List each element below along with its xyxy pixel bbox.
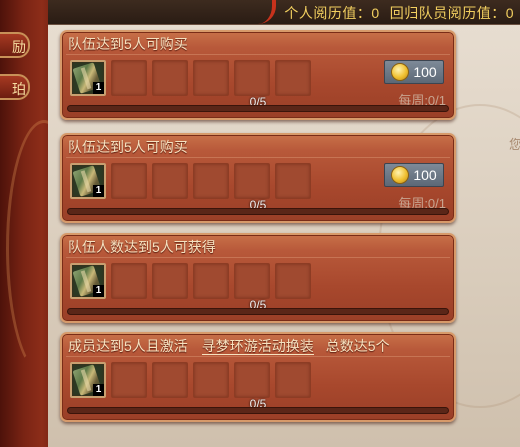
empty-slot [234,163,270,199]
gold-coin-icon [391,63,410,81]
empty-slot [152,362,188,398]
card-title-extra: 总数达5个 [325,338,390,354]
divider [66,54,450,55]
empty-slot [111,60,147,96]
personal-experience: 个人阅历值：0 [284,5,380,21]
empty-slot [234,362,270,398]
empty-slot [275,263,311,299]
progress-bar [67,105,449,112]
cutoff-text: 您 [509,137,520,152]
empty-slot [275,163,311,199]
reward-card: 成员达到5人且激活 寻梦环游活动换装 总数达5个 1 0/5 [60,332,456,422]
empty-slot [234,263,270,299]
buy-button[interactable]: 100 [384,163,444,187]
item-count: 1 [93,285,104,297]
item-slots: 1 [70,263,316,299]
empty-slot [193,163,229,199]
reward-item-slot[interactable]: 1 [70,362,106,398]
empty-slot [193,60,229,96]
empty-slot [275,60,311,96]
buy-button[interactable]: 100 [384,60,444,84]
item-slots: 1 [70,362,316,398]
progress-bar [67,208,449,215]
divider [66,157,450,158]
card-title: 成员达到5人且激活 寻梦环游活动换装 总数达5个 [68,336,390,356]
top-bar: 个人阅历值：0 回归队员阅历值：0 [48,0,520,25]
reward-card: 队伍达到5人可购买 1 100 每周:0/1 0/5 [60,30,456,120]
card-title: 队伍达到5人可购买 [68,36,188,52]
side-tab-label: 珀 [12,81,26,97]
divider [66,356,450,357]
reward-item-slot[interactable]: 1 [70,60,106,96]
reward-item-slot[interactable]: 1 [70,263,106,299]
reward-card: 队伍达到5人可购买 1 100 每周:0/1 0/5 [60,133,456,223]
empty-slot [193,263,229,299]
return-member-experience: 回归队员阅历值：0 [389,5,514,21]
item-count: 1 [93,185,104,197]
side-tab-rewards[interactable]: 励 [0,32,30,58]
empty-slot [111,163,147,199]
item-count: 1 [93,82,104,94]
card-title-text: 成员达到5人且激活 [68,338,188,354]
empty-slot [152,60,188,96]
reward-card: 队伍人数达到5人可获得 1 0/5 [60,233,456,323]
progress-bar [67,308,449,315]
progress-bar [67,407,449,414]
event-costume-link[interactable]: 寻梦环游活动换装 [201,338,314,355]
empty-slot [193,362,229,398]
empty-slot [152,263,188,299]
empty-slot [152,163,188,199]
gold-coin-icon [391,166,410,184]
side-tab-label: 励 [12,39,26,55]
empty-slot [275,362,311,398]
divider [66,257,450,258]
decor-swirl [254,0,276,24]
price-value: 100 [413,64,437,80]
side-tab-second[interactable]: 珀 [0,74,30,100]
empty-slot [234,60,270,96]
card-title: 队伍达到5人可购买 [68,139,188,155]
empty-slot [111,263,147,299]
item-slots: 1 [70,163,316,199]
empty-slot [111,362,147,398]
item-count: 1 [93,384,104,396]
experience-info: 个人阅历值：0 回归队员阅历值：0 [274,3,514,23]
item-slots: 1 [70,60,316,96]
card-title: 队伍人数达到5人可获得 [68,239,216,255]
reward-item-slot[interactable]: 1 [70,163,106,199]
price-value: 100 [413,167,437,183]
